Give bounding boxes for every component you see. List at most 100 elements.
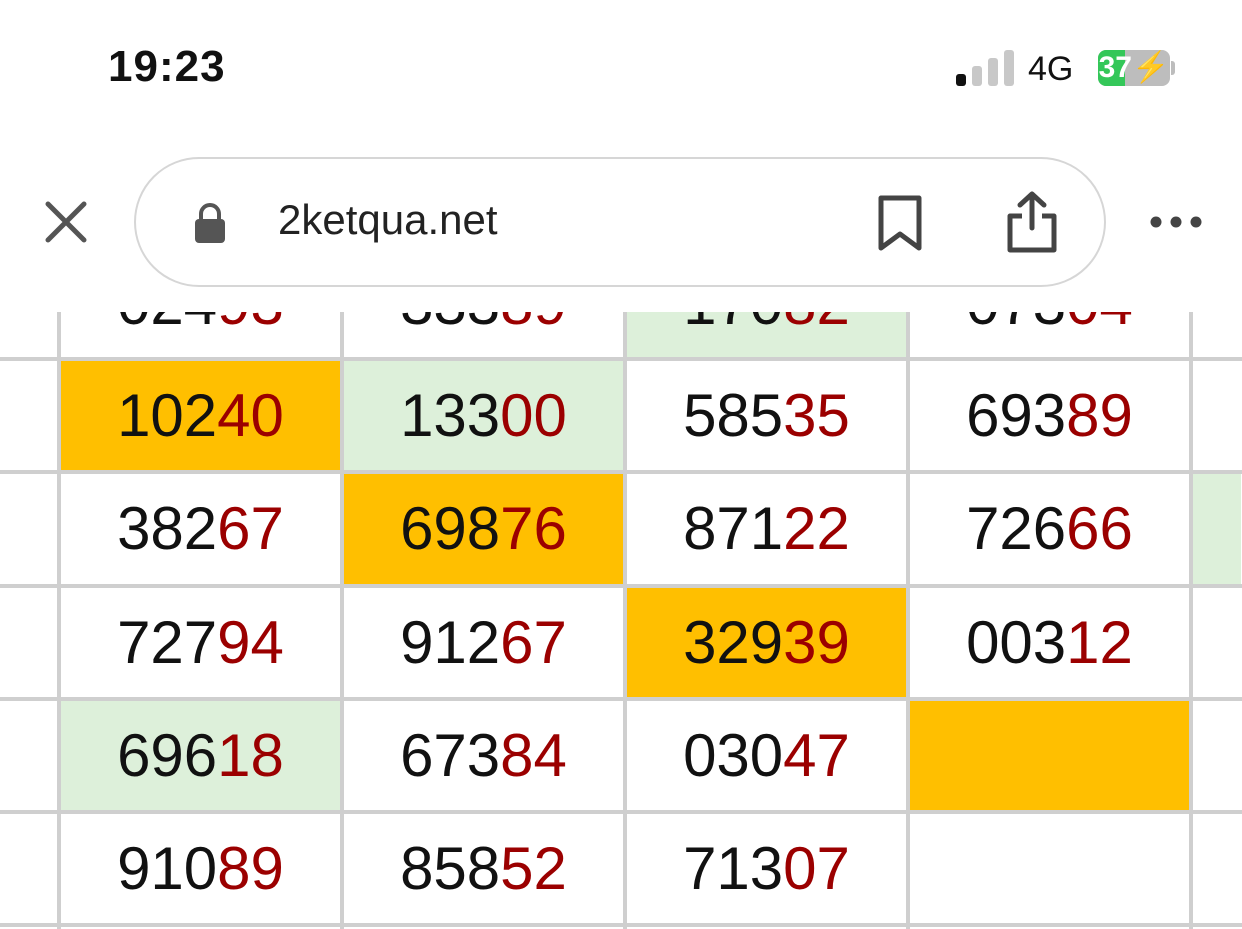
result-cell: 03047 [627,701,906,810]
result-cell: 72794 [61,588,340,697]
network-type: 4G [1028,50,1074,88]
result-cell [1193,814,1241,923]
result-prefix: 693 [966,382,1067,449]
result-prefix: 024 [117,312,217,337]
battery-level-text: 37 [1098,51,1132,84]
result-cell: 07304 [910,312,1189,357]
result-cell: 00312 [910,588,1189,697]
result-suffix: 89 [500,312,567,337]
result-suffix: 67 [217,495,284,562]
result-prefix: 003 [966,609,1067,676]
result-suffix: 82 [783,312,850,337]
result-suffix: 76 [500,495,567,562]
share-icon[interactable] [1002,190,1062,254]
result-suffix: 47 [783,722,850,789]
result-suffix: 40 [217,382,284,449]
result-suffix: 22 [783,495,850,562]
result-suffix: 35 [783,382,850,449]
result-suffix: 04 [1066,312,1133,337]
grid-line [906,312,910,929]
result-cell: 38267 [61,474,340,584]
result-suffix: 84 [500,722,567,789]
result-prefix: 333 [400,312,500,337]
result-cell [1193,588,1241,697]
result-prefix: 727 [117,609,218,676]
result-prefix: 871 [683,495,784,562]
grid-line [0,697,1242,701]
result-suffix: 89 [1066,382,1133,449]
result-cell [1193,312,1241,357]
result-prefix: 673 [400,722,501,789]
result-suffix: 18 [217,722,284,789]
result-cell: 71307 [627,814,906,923]
result-cell: 67384 [344,701,623,810]
result-suffix: 94 [217,609,284,676]
result-suffix: 52 [500,835,567,902]
result-cell: 10240 [61,361,340,470]
result-prefix: 726 [966,495,1067,562]
result-cell: 87122 [627,474,906,584]
result-cell: 02493 [61,312,340,357]
bookmark-icon[interactable] [876,194,924,252]
result-cell: 58535 [627,361,906,470]
result-prefix: 382 [117,495,218,562]
result-suffix: 12 [1066,609,1133,676]
result-prefix: 170 [683,312,783,337]
grid-line [0,810,1242,814]
result-prefix: 858 [400,835,501,902]
results-table: 0249333389170820730410240133005853569389… [0,312,1242,929]
result-suffix: 07 [783,835,850,902]
result-cell: 13300 [344,361,623,470]
result-cell: 91267 [344,588,623,697]
result-cell [1193,474,1241,584]
result-prefix: 585 [683,382,784,449]
result-prefix: 102 [117,382,218,449]
result-cell [1193,701,1241,810]
result-prefix: 030 [683,722,784,789]
lock-icon [195,203,225,243]
result-cell: 69389 [910,361,1189,470]
result-suffix: 66 [1066,495,1133,562]
result-cell [910,814,1189,923]
result-suffix: 00 [500,382,567,449]
result-prefix: 696 [117,722,218,789]
result-prefix: 698 [400,495,501,562]
grid-line [0,923,1242,927]
close-icon[interactable] [40,196,92,248]
result-suffix: 39 [783,609,850,676]
more-icon[interactable] [1148,210,1204,234]
grid-line [0,470,1242,474]
result-cell: 91089 [61,814,340,923]
result-cell: 85852 [344,814,623,923]
signal-strength-icon [956,50,1016,86]
result-prefix: 910 [117,835,218,902]
result-prefix: 133 [400,382,501,449]
result-prefix: 073 [966,312,1066,337]
result-cell: 69618 [61,701,340,810]
result-cell: 69876 [344,474,623,584]
result-prefix: 912 [400,609,501,676]
result-cell: 17082 [627,312,906,357]
result-prefix: 713 [683,835,784,902]
grid-line [623,312,627,929]
battery-icon: 37⚡ [1098,50,1170,86]
url-text[interactable]: 2ketqua.net [278,196,498,244]
grid-line [1189,312,1193,929]
battery-tip [1171,61,1175,75]
result-suffix: 93 [217,312,284,337]
result-cell: 33389 [344,312,623,357]
result-cell: 32939 [627,588,906,697]
battery-level: 37⚡ [1098,50,1170,86]
result-cell [1193,361,1241,470]
grid-line [340,312,344,929]
result-cell [910,701,1189,810]
grid-line [0,357,1242,361]
grid-line [0,584,1242,588]
status-time: 19:23 [108,42,226,91]
charging-bolt-icon: ⚡ [1132,51,1170,84]
result-suffix: 89 [217,835,284,902]
result-suffix: 67 [500,609,567,676]
result-prefix: 329 [683,609,784,676]
result-cell: 72666 [910,474,1189,584]
grid-line [57,312,61,929]
